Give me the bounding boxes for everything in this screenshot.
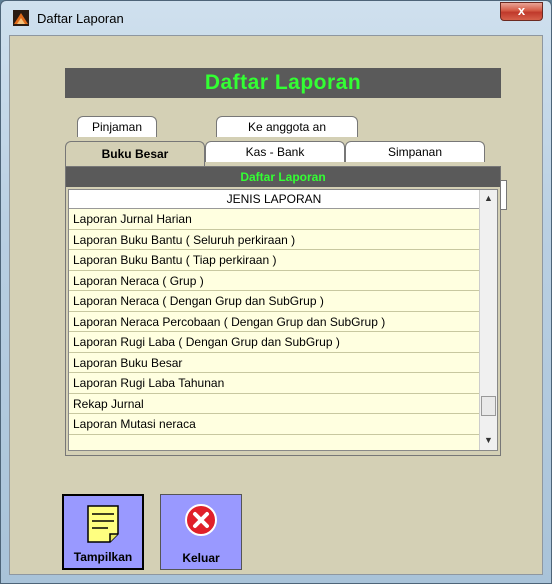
tab-keanggotaan[interactable]: Ke anggota an xyxy=(216,116,358,137)
list-item[interactable]: Laporan Neraca ( Grup ) xyxy=(69,271,479,291)
list-item[interactable]: Rekap Jurnal xyxy=(69,394,479,414)
list-item[interactable]: Laporan Rugi Laba Tahunan xyxy=(69,373,479,394)
client-area: Daftar Laporan Pinjaman Ke anggota an Bu… xyxy=(9,35,543,575)
close-icon xyxy=(185,504,217,536)
list-column-header[interactable]: JENIS LAPORAN xyxy=(69,190,479,209)
list-item[interactable]: Laporan Jurnal Harian xyxy=(69,209,479,230)
app-icon xyxy=(13,10,29,26)
title-bar[interactable]: Daftar Laporan x xyxy=(1,1,551,35)
tab-label: Buku Besar xyxy=(101,147,169,161)
list-item[interactable]: Laporan Neraca ( Dengan Grup dan SubGrup… xyxy=(69,291,479,312)
close-icon: x xyxy=(517,3,526,18)
tab-panel: Daftar Laporan JENIS LAPORAN Laporan Jur… xyxy=(65,166,501,456)
list-item[interactable]: Laporan Rugi Laba ( Dengan Grup dan SubG… xyxy=(69,332,479,353)
document-icon xyxy=(87,505,119,543)
scroll-up-icon[interactable]: ▲ xyxy=(480,190,497,207)
list-item[interactable]: Laporan Mutasi neraca xyxy=(69,414,479,435)
window-title: Daftar Laporan xyxy=(37,11,124,26)
page-title: Daftar Laporan xyxy=(65,68,501,98)
report-window: Daftar Laporan x Daftar Laporan Pinjaman… xyxy=(0,0,552,584)
tab-label: Ke anggota an xyxy=(247,120,327,134)
list-item[interactable]: Laporan Neraca Percobaan ( Dengan Grup d… xyxy=(69,312,479,332)
tab-buku-besar[interactable]: Buku Besar xyxy=(65,141,205,166)
list-item[interactable]: Laporan Buku Besar xyxy=(69,353,479,373)
tab-label: Kas - Bank xyxy=(245,145,305,159)
scroll-down-icon[interactable]: ▼ xyxy=(480,432,497,449)
panel-strip-title: Daftar Laporan xyxy=(66,167,500,187)
list-item[interactable]: Laporan Buku Bantu ( Tiap perkiraan ) xyxy=(69,250,479,271)
list-item[interactable]: Laporan Buku Bantu ( Seluruh perkiraan ) xyxy=(69,230,479,250)
list-rows: Laporan Jurnal Harian Laporan Buku Bantu… xyxy=(69,209,479,435)
tab-kas-bank[interactable]: Kas - Bank xyxy=(205,141,345,162)
exit-label: Keluar xyxy=(182,551,220,565)
exit-button[interactable]: Keluar xyxy=(160,494,242,570)
show-report-label: Tampilkan xyxy=(73,550,133,564)
tab-simpanan[interactable]: Simpanan xyxy=(345,141,485,162)
show-report-button[interactable]: Tampilkan xyxy=(62,494,144,570)
tab-pinjaman[interactable]: Pinjaman xyxy=(77,116,157,137)
list-scrollbar[interactable]: ▲ ▼ xyxy=(479,190,497,450)
scroll-thumb[interactable] xyxy=(481,396,496,416)
tab-label: Pinjaman xyxy=(91,120,143,134)
tab-label: Simpanan xyxy=(387,145,443,159)
close-button[interactable]: x xyxy=(500,2,543,21)
report-list[interactable]: JENIS LAPORAN Laporan Jurnal Harian Lapo… xyxy=(68,189,498,451)
